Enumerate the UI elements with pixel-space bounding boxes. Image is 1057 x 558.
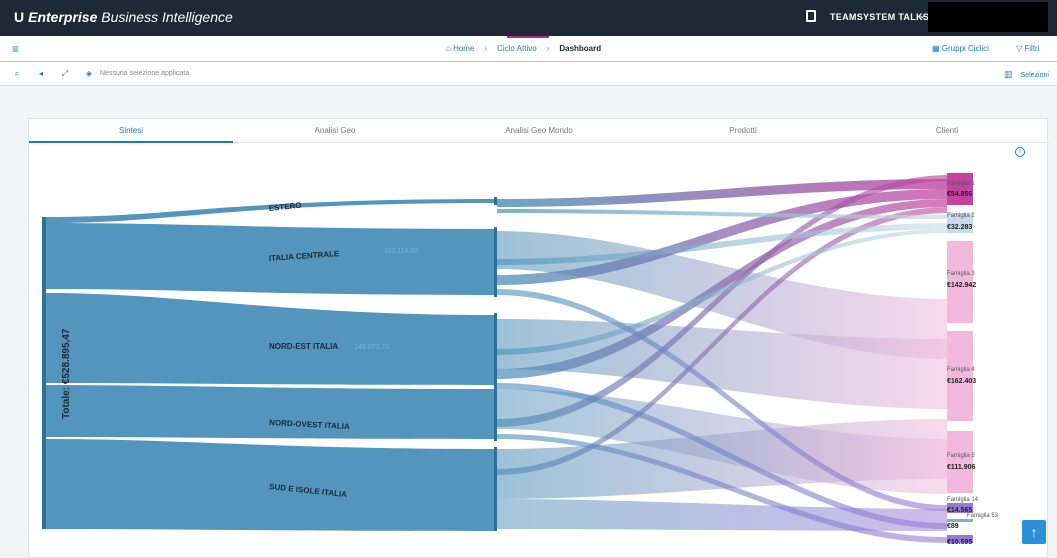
family-label-14: Famiglia 14 — [947, 497, 979, 503]
filtri-button[interactable]: ▽ Filtri — [1016, 44, 1040, 53]
region-family-flows — [497, 175, 947, 543]
node-famiglia-4[interactable] — [947, 331, 973, 421]
family-label-53: Famiglia 53 — [967, 513, 999, 519]
node-estero[interactable] — [494, 197, 497, 205]
family-value-other: €10.595 — [947, 539, 973, 546]
logo-icon: U — [14, 9, 25, 25]
breadcrumb: ⌂ Home › Ciclo Attivo › Dashboard — [446, 44, 601, 53]
node-italia-centrale[interactable] — [494, 227, 497, 297]
gruppi-ciclici-button[interactable]: ▦ Gruppi Ciclici — [932, 44, 989, 53]
family-value-3: €142.942 — [947, 282, 977, 289]
family-value-53: €89 — [947, 523, 959, 530]
filter-icon: ▽ — [1016, 44, 1023, 53]
breadcrumb-ciclo-attivo[interactable]: Ciclo Attivo — [497, 44, 537, 53]
family-value-4: €162.403 — [947, 378, 977, 385]
tenant-name[interactable]: TEAMSYSTEM TALKS — [830, 12, 929, 22]
dashboard-card: Sintesi Analisi Geo Analisi Geo Mondo Pr… — [28, 118, 1049, 558]
nav-bar: ≡ ⌂ Home › Ciclo Attivo › Dashboard ▦ Gr… — [0, 36, 1057, 62]
node-nord-ovest[interactable] — [494, 387, 497, 441]
family-value-5: €111.906 — [947, 464, 976, 471]
breadcrumb-separator: › — [546, 44, 550, 53]
flow-nord-est[interactable] — [46, 293, 494, 385]
selezioni-button[interactable]: ▥ Selezioni — [1004, 69, 1049, 80]
total-label: Totale: €528.895,47 — [61, 328, 72, 419]
clear-icon[interactable]: ⤢ — [60, 69, 70, 79]
document-icon[interactable] — [806, 10, 816, 22]
top-bar: U Enterprise Business Intelligence TEAMSY… — [0, 0, 1057, 36]
region-value-nord-est: 149.072,73 — [354, 344, 389, 351]
family-label-2: Famiglia 2 — [947, 213, 975, 219]
node-nord-est[interactable] — [494, 313, 497, 387]
user-menu[interactable] — [928, 2, 1048, 32]
calendar-icon: ▦ — [932, 44, 940, 53]
sankey-chart: ESTERO ITALIA CENTRALE NORD-EST ITALIA N… — [42, 173, 973, 543]
region-label-nord-est: NORD-EST ITALIA — [269, 342, 338, 351]
region-label-estero: ESTERO — [268, 201, 302, 213]
family-label-1: Famiglia 1 — [947, 181, 975, 187]
region-value-italia-centrale: 110.114,58 — [384, 248, 418, 255]
breadcrumb-indicator — [507, 36, 549, 38]
grid-icon: ▥ — [1004, 69, 1013, 79]
selection-toolbar: ⌕ ◂ ⤢ ◈ Nessuna selezione applicata ▥ Sel… — [0, 62, 1057, 86]
brand-rest: Business Intelligence — [97, 9, 233, 25]
back-icon[interactable]: ◂ — [36, 69, 46, 79]
region-nodes — [494, 197, 497, 531]
home-icon: ⌂ — [446, 44, 451, 53]
source-node[interactable] — [42, 217, 46, 529]
family-label-3: Famiglia 3 — [947, 271, 975, 277]
lock-icon[interactable]: ◈ — [84, 69, 94, 79]
family-label-5: Famiglia 5 — [947, 453, 975, 459]
node-famiglia-1[interactable] — [947, 173, 973, 205]
chevron-down-icon[interactable]: ⌄ — [918, 10, 926, 21]
breadcrumb-home[interactable]: ⌂ Home — [446, 44, 474, 53]
flow-nord-ovest[interactable] — [46, 385, 494, 439]
menu-icon[interactable]: ≡ — [12, 42, 19, 56]
scroll-to-top-button[interactable]: ↑ — [1022, 520, 1046, 544]
breadcrumb-separator: › — [484, 44, 488, 53]
brand-bold: Enterprise — [28, 9, 98, 25]
selection-status: Nessuna selezione applicata — [100, 70, 190, 77]
node-sud-isole[interactable] — [494, 447, 497, 531]
family-value-2: €32.283 — [947, 224, 973, 231]
family-value-1: €54.856 — [947, 191, 973, 198]
breadcrumb-dashboard: Dashboard — [559, 44, 602, 53]
node-famiglia-53[interactable] — [947, 519, 973, 522]
zoom-icon[interactable]: ⌕ — [12, 69, 22, 79]
node-famiglia-5[interactable] — [947, 431, 973, 493]
app-title[interactable]: U Enterprise Business Intelligence — [14, 9, 233, 25]
family-label-4: Famiglia 4 — [947, 367, 975, 373]
